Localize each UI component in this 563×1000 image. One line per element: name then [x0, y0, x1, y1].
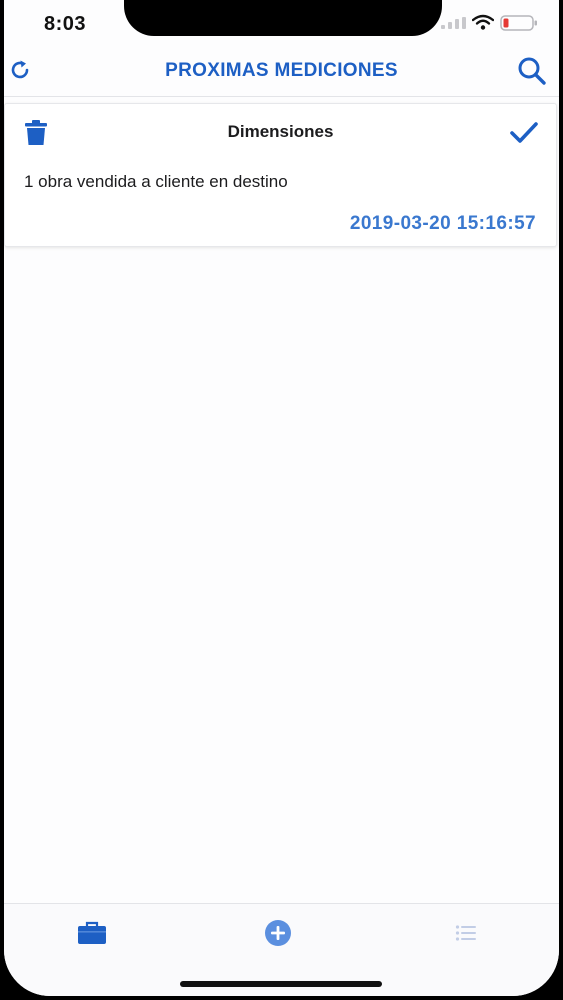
search-icon	[518, 57, 546, 85]
measurements-list[interactable]: Dimensiones 1 obra vendida a cliente en …	[4, 97, 559, 903]
confirm-button[interactable]	[510, 120, 538, 146]
card-title: Dimensiones	[227, 122, 334, 141]
tab-bar	[4, 903, 559, 996]
delete-button[interactable]	[24, 120, 48, 146]
list-icon	[455, 925, 476, 941]
tab-list[interactable]	[448, 918, 484, 948]
navigation-bar: PROXIMAS MEDICIONES	[4, 46, 559, 97]
home-indicator[interactable]	[180, 981, 382, 987]
device-frame: 8:03 PROXIMAS MEDICIONES Dimensiones 1 o…	[0, 0, 563, 1000]
trash-icon	[25, 120, 47, 145]
status-time: 8:03	[44, 13, 87, 35]
device-notch	[124, 0, 442, 36]
app-screen: 8:03 PROXIMAS MEDICIONES Dimensiones 1 o…	[4, 0, 559, 996]
signal-icon	[441, 17, 466, 29]
card-description: 1 obra vendida a cliente en destino	[24, 172, 288, 191]
card-datetime: 2019-03-20 15:16:57	[349, 213, 536, 234]
page-title: PROXIMAS MEDICIONES	[165, 60, 398, 81]
tab-obras[interactable]	[74, 918, 110, 948]
measurement-card[interactable]: Dimensiones 1 obra vendida a cliente en …	[4, 103, 557, 247]
checkmark-icon	[510, 122, 538, 143]
wifi-icon	[472, 14, 494, 30]
briefcase-icon	[78, 921, 106, 944]
plus-circle-icon	[265, 920, 291, 946]
battery-low-icon	[500, 15, 537, 31]
refresh-icon	[11, 60, 29, 79]
tab-add[interactable]	[260, 918, 296, 948]
refresh-button[interactable]	[6, 56, 34, 84]
search-button[interactable]	[515, 54, 549, 88]
